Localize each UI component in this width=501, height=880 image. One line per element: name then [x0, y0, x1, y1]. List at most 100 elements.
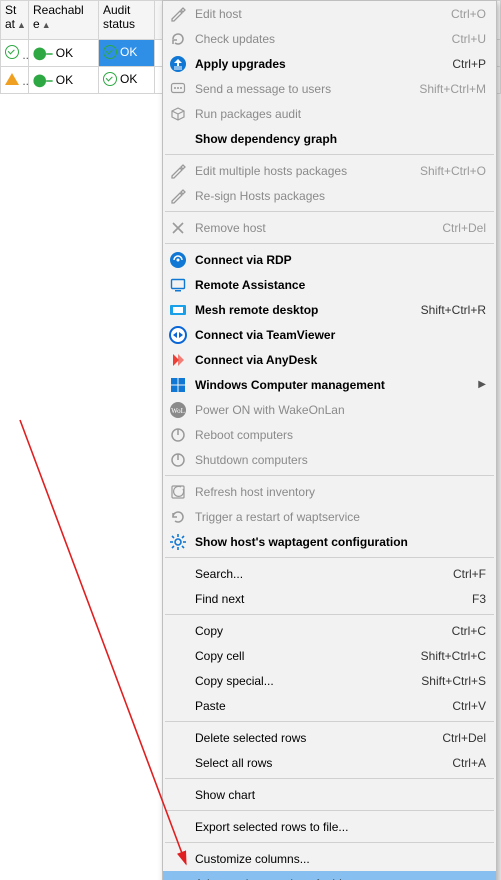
header-label: Auditstatus	[103, 3, 135, 31]
menu-item-check-updates[interactable]: Check updatesCtrl+U	[163, 26, 496, 51]
menu-separator	[165, 842, 494, 843]
menu-item-label: Copy special...	[195, 674, 421, 688]
pencil-icon	[167, 185, 189, 207]
menu-item-label: Paste	[195, 699, 452, 713]
menu-item-run-audit[interactable]: Run packages audit	[163, 101, 496, 126]
menu-item-label: Send a message to users	[195, 82, 419, 96]
menu-item-advanced-customize[interactable]: Advanced customize of table...	[163, 871, 496, 880]
plug-icon: ⬤⎯	[33, 46, 52, 60]
reachable-label: OK	[56, 46, 73, 60]
menu-item-edit-host[interactable]: Edit hostCtrl+O	[163, 1, 496, 26]
menu-item-restart-svc[interactable]: Trigger a restart of waptservice	[163, 504, 496, 529]
pencil-icon	[167, 160, 189, 182]
menu-item-label: Advanced customize of table...	[195, 877, 486, 880]
rdp-icon	[167, 249, 189, 271]
menu-item-edit-multiple[interactable]: Edit multiple hosts packagesShift+Ctrl+O	[163, 158, 496, 183]
menu-item-label: Export selected rows to file...	[195, 820, 486, 834]
menu-item-apply-upgrades[interactable]: Apply upgradesCtrl+P	[163, 51, 496, 76]
menu-item-remote-assist[interactable]: Remote Assistance	[163, 272, 496, 297]
menu-item-rdp[interactable]: Connect via RDP	[163, 247, 496, 272]
blank-icon	[167, 620, 189, 642]
menu-item-label: Show dependency graph	[195, 132, 486, 146]
col-reachable[interactable]: Reachable▲	[29, 1, 99, 40]
menu-item-shortcut: Shift+Ctrl+O	[420, 164, 486, 178]
col-audit[interactable]: Auditstatus	[99, 1, 155, 40]
menu-item-paste[interactable]: PasteCtrl+V	[163, 693, 496, 718]
cell-audit[interactable]: OK	[99, 67, 155, 94]
menu-item-label: Reboot computers	[195, 428, 486, 442]
menu-item-send-message[interactable]: Send a message to usersShift+Ctrl+M	[163, 76, 496, 101]
col-status[interactable]: Stat▲	[1, 1, 29, 40]
menu-item-teamviewer[interactable]: Connect via TeamViewer	[163, 322, 496, 347]
menu-item-show-dep[interactable]: Show dependency graph	[163, 126, 496, 151]
svg-text:WoL: WoL	[171, 407, 185, 415]
menu-item-select-all[interactable]: Select all rowsCtrl+A	[163, 750, 496, 775]
menu-item-win-mgmt[interactable]: Windows Computer management ▶	[163, 372, 496, 397]
menu-item-delete-rows[interactable]: Delete selected rowsCtrl+Del	[163, 725, 496, 750]
cell-status[interactable]: ...	[1, 67, 29, 94]
menu-item-shortcut: Ctrl+Del	[442, 731, 486, 745]
menu-item-label: Show chart	[195, 788, 486, 802]
menu-item-copy-cell[interactable]: Copy cellShift+Ctrl+C	[163, 643, 496, 668]
menu-item-wol[interactable]: WoLPower ON with WakeOnLan	[163, 397, 496, 422]
menu-separator	[165, 721, 494, 722]
power-icon	[167, 424, 189, 446]
menu-item-shortcut: Shift+Ctrl+R	[421, 303, 486, 317]
menu-item-copy-special[interactable]: Copy special...Shift+Ctrl+S	[163, 668, 496, 693]
menu-item-label: Mesh remote desktop	[195, 303, 421, 317]
menu-item-label: Delete selected rows	[195, 731, 442, 745]
menu-item-label: Re-sign Hosts packages	[195, 189, 486, 203]
menu-item-label: Connect via AnyDesk	[195, 353, 486, 367]
menu-item-shortcut: Ctrl+F	[453, 567, 486, 581]
cell-audit[interactable]: OK	[99, 40, 155, 67]
cell-reachable[interactable]: ⬤⎯ OK	[29, 67, 99, 94]
menu-item-search[interactable]: Search...Ctrl+F	[163, 561, 496, 586]
menu-item-label: Search...	[195, 567, 453, 581]
menu-item-label: Refresh host inventory	[195, 485, 486, 499]
cell-reachable[interactable]: ⬤⎯ OK	[29, 40, 99, 67]
menu-item-mesh[interactable]: Mesh remote desktopShift+Ctrl+R	[163, 297, 496, 322]
audit-label: OK	[120, 72, 137, 86]
menu-item-label: Shutdown computers	[195, 453, 486, 467]
menu-item-shortcut: Ctrl+C	[452, 624, 486, 638]
menu-item-label: Trigger a restart of waptservice	[195, 510, 486, 524]
menu-item-label: Copy cell	[195, 649, 421, 663]
refresh-icon	[167, 28, 189, 50]
wol-icon: WoL	[167, 399, 189, 421]
blank-icon	[167, 816, 189, 838]
menu-item-export[interactable]: Export selected rows to file...	[163, 814, 496, 839]
menu-item-shortcut: Ctrl+V	[452, 699, 486, 713]
blank-icon	[167, 128, 189, 150]
menu-item-shutdown[interactable]: Shutdown computers	[163, 447, 496, 472]
menu-item-label: Edit multiple hosts packages	[195, 164, 420, 178]
blank-icon	[167, 873, 189, 880]
anydesk-icon	[167, 349, 189, 371]
cell-status[interactable]: ...	[1, 40, 29, 67]
x-icon	[167, 217, 189, 239]
blank-icon	[167, 645, 189, 667]
menu-item-copy[interactable]: CopyCtrl+C	[163, 618, 496, 643]
header-label: Stat	[5, 3, 16, 31]
menu-item-find-next[interactable]: Find nextF3	[163, 586, 496, 611]
audit-label: OK	[120, 45, 137, 59]
menu-separator	[165, 243, 494, 244]
menu-item-refresh-inv[interactable]: Refresh host inventory	[163, 479, 496, 504]
menu-item-agent-config[interactable]: Show host's waptagent configuration	[163, 529, 496, 554]
menu-item-reboot[interactable]: Reboot computers	[163, 422, 496, 447]
status-dots: ...	[22, 48, 28, 62]
status-ok-icon	[5, 45, 19, 59]
menu-item-resign[interactable]: Re-sign Hosts packages	[163, 183, 496, 208]
menu-item-show-chart[interactable]: Show chart	[163, 782, 496, 807]
inventory-icon	[167, 481, 189, 503]
menu-item-label: Remove host	[195, 221, 442, 235]
menu-item-remove[interactable]: Remove hostCtrl+Del	[163, 215, 496, 240]
menu-item-label: Run packages audit	[195, 107, 486, 121]
menu-item-customize-cols[interactable]: Customize columns...	[163, 846, 496, 871]
submenu-arrow-icon: ▶	[478, 379, 486, 390]
status-warn-icon	[5, 73, 19, 85]
menu-item-label: Show host's waptagent configuration	[195, 535, 486, 549]
menu-item-label: Windows Computer management	[195, 378, 474, 392]
package-icon	[167, 103, 189, 125]
restart-icon	[167, 506, 189, 528]
menu-item-anydesk[interactable]: Connect via AnyDesk	[163, 347, 496, 372]
